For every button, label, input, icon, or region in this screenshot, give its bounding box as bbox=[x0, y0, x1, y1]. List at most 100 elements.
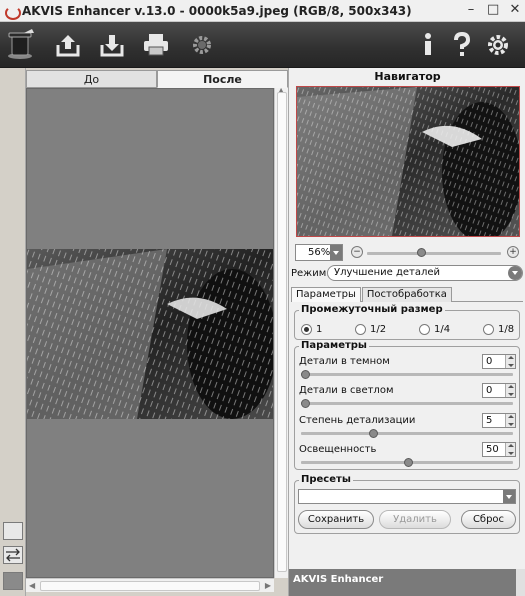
image-panel: До После ▲ ◀ ▶ bbox=[26, 68, 288, 596]
info-icon bbox=[425, 33, 431, 55]
presets-title: Пресеты bbox=[299, 474, 353, 485]
help-icon bbox=[454, 32, 471, 56]
parameter-tabs: Параметры Постобработка bbox=[291, 287, 523, 302]
radio-button[interactable] bbox=[301, 324, 312, 335]
export-icon bbox=[56, 35, 80, 57]
preset-dropdown-button[interactable] bbox=[503, 490, 515, 503]
zoom-slider-knob[interactable] bbox=[416, 248, 426, 257]
shadow-details-track[interactable] bbox=[301, 373, 513, 376]
highlight-details-field[interactable]: 0 bbox=[482, 383, 516, 398]
main-toolbar bbox=[0, 22, 525, 68]
lightness-value: 50 bbox=[486, 444, 499, 455]
size-option-1-4[interactable]: 1/4 bbox=[419, 324, 450, 335]
zoom-in-button[interactable]: + bbox=[507, 246, 519, 258]
processed-photo bbox=[27, 249, 273, 419]
info-button[interactable] bbox=[412, 29, 444, 61]
intermediate-size-group: Промежуточный размер 1 1/2 1/4 1/8 bbox=[294, 304, 520, 340]
size-option-1-8[interactable]: 1/8 bbox=[483, 324, 514, 335]
size-option-label: 1/4 bbox=[434, 324, 451, 335]
before-after-tabs: До После bbox=[26, 70, 288, 88]
radio-button[interactable] bbox=[419, 324, 430, 335]
highlight-details-value: 0 bbox=[486, 385, 493, 396]
tab-after[interactable]: После bbox=[157, 70, 288, 88]
zoom-slider-track[interactable] bbox=[367, 252, 501, 255]
background-color-swatch[interactable] bbox=[3, 572, 23, 590]
presets-group: Пресеты Сохранить Удалить Сброс bbox=[294, 474, 520, 534]
detail-level-spinner[interactable] bbox=[505, 414, 515, 427]
run-icon bbox=[8, 29, 34, 59]
vertical-scrollbar[interactable]: ▲ bbox=[274, 86, 288, 578]
plugin-settings-button[interactable] bbox=[186, 29, 218, 61]
size-option-label: 1/2 bbox=[370, 324, 387, 335]
radio-button[interactable] bbox=[483, 324, 494, 335]
tab-parameters[interactable]: Параметры bbox=[291, 287, 361, 302]
minimize-button[interactable]: – bbox=[465, 2, 477, 17]
size-option-1-2[interactable]: 1/2 bbox=[355, 324, 386, 335]
tab-before[interactable]: До bbox=[26, 70, 157, 88]
akvis-app-icon bbox=[4, 4, 21, 20]
print-button[interactable] bbox=[140, 29, 172, 61]
horizontal-scroll-thumb[interactable] bbox=[40, 581, 260, 591]
size-option-1[interactable]: 1 bbox=[301, 324, 322, 335]
lightness-spinner[interactable] bbox=[505, 443, 515, 456]
settings-panel: Навигатор 56% − + Режим: Улучшение детал… bbox=[288, 68, 525, 596]
navigator-title: Навигатор bbox=[374, 70, 441, 83]
window-title: AKVIS Enhancer v.13.0 - 0000k5a9.jpeg (R… bbox=[22, 3, 412, 18]
help-button[interactable] bbox=[446, 29, 478, 61]
intermediate-size-title: Промежуточный размер bbox=[299, 304, 445, 315]
swap-arrows-icon bbox=[6, 548, 20, 562]
mode-dropdown-button[interactable] bbox=[508, 266, 522, 280]
vertical-scroll-thumb[interactable] bbox=[277, 92, 287, 572]
mode-row: Режим: Улучшение деталей bbox=[291, 265, 523, 283]
parameters-group-title: Параметры bbox=[299, 340, 369, 351]
shadow-details-spinner[interactable] bbox=[505, 355, 515, 368]
shadow-details-knob[interactable] bbox=[301, 370, 310, 379]
swap-view-button[interactable] bbox=[3, 546, 23, 564]
radio-button[interactable] bbox=[355, 324, 366, 335]
param-label-shadow-details: Детали в темном bbox=[299, 356, 390, 367]
highlight-details-track[interactable] bbox=[301, 402, 513, 405]
param-label-lightness: Освещенность bbox=[299, 444, 377, 455]
delete-preset-button[interactable]: Удалить bbox=[379, 510, 451, 529]
shadow-details-field[interactable]: 0 bbox=[482, 354, 516, 369]
navigator-preview[interactable] bbox=[296, 86, 520, 237]
maximize-button[interactable]: □ bbox=[487, 2, 499, 17]
reset-button[interactable]: Сброс bbox=[461, 510, 516, 529]
run-button[interactable] bbox=[3, 29, 37, 61]
mode-label: Режим: bbox=[291, 268, 330, 279]
zoom-row: 56% − + bbox=[295, 244, 521, 262]
close-button[interactable]: ✕ bbox=[509, 2, 521, 17]
zoom-value: 56% bbox=[308, 247, 331, 258]
shadow-details-value: 0 bbox=[486, 356, 493, 367]
zoom-out-button[interactable]: − bbox=[351, 246, 363, 258]
detail-level-knob[interactable] bbox=[368, 429, 378, 438]
export-button[interactable] bbox=[52, 29, 84, 61]
highlight-details-knob[interactable] bbox=[301, 399, 310, 408]
zoom-field[interactable]: 56% bbox=[295, 244, 343, 261]
save-preset-button[interactable]: Сохранить bbox=[298, 510, 374, 529]
import-icon bbox=[100, 35, 124, 57]
highlight-details-spinner[interactable] bbox=[505, 384, 515, 397]
mode-select[interactable]: Улучшение деталей bbox=[327, 265, 523, 281]
hint-scrollbar[interactable] bbox=[516, 569, 525, 596]
detail-level-field[interactable]: 5 bbox=[482, 413, 516, 428]
preferences-button[interactable] bbox=[482, 29, 514, 61]
zoom-dropdown-button[interactable] bbox=[330, 245, 342, 260]
preset-select[interactable] bbox=[298, 489, 516, 504]
import-button[interactable] bbox=[96, 29, 128, 61]
preferences-gear-icon bbox=[488, 35, 508, 55]
param-label-highlight-details: Детали в светлом bbox=[299, 385, 394, 396]
tab-postprocessing[interactable]: Постобработка bbox=[361, 287, 452, 302]
image-canvas[interactable] bbox=[26, 88, 274, 578]
horizontal-scrollbar[interactable]: ◀ ▶ bbox=[26, 578, 274, 592]
hint-title: AKVIS Enhancer bbox=[293, 574, 384, 585]
mode-value: Улучшение деталей bbox=[334, 267, 441, 278]
param-label-detail-level: Степень детализации bbox=[299, 415, 416, 426]
lightness-field[interactable]: 50 bbox=[482, 442, 516, 457]
lightness-knob[interactable] bbox=[404, 458, 413, 467]
detail-level-track[interactable] bbox=[301, 432, 513, 435]
hint-panel: AKVIS Enhancer bbox=[289, 569, 525, 596]
view-single-button[interactable] bbox=[3, 522, 23, 540]
window-controls: – □ ✕ bbox=[465, 2, 521, 17]
settings-gear-icon bbox=[193, 36, 211, 54]
